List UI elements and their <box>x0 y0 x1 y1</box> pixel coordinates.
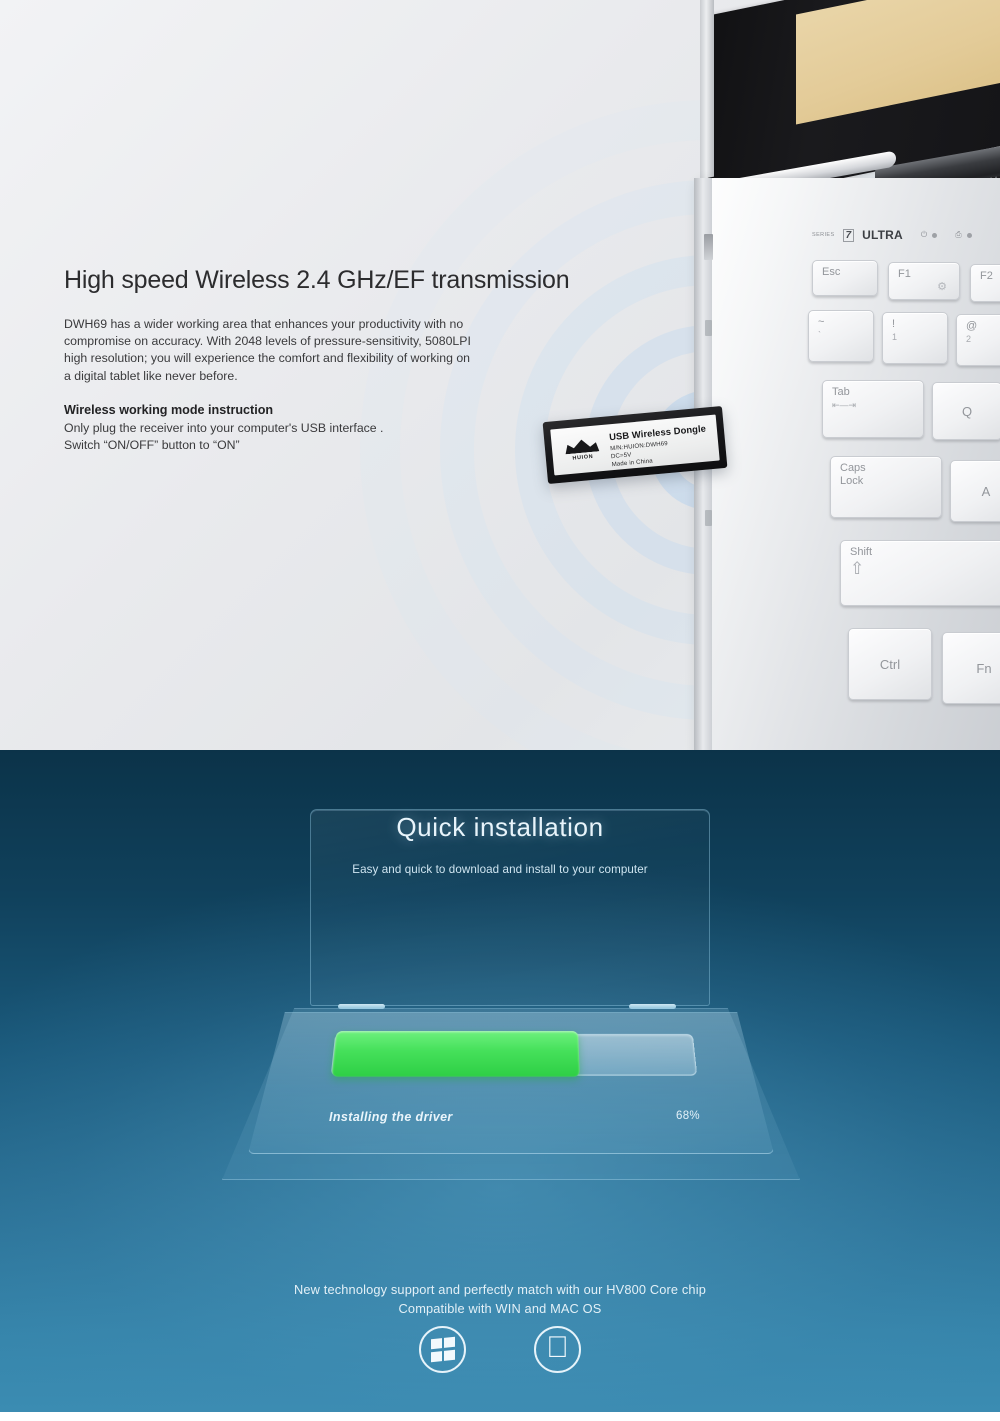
wireless-transmission-section: SERIES 7 ULTRA ⏻ ⎙ Esc F1 ⚙ F2 ~ ` ! 1 @… <box>0 0 1000 750</box>
sub-body-line-2: Switch “ON/OFF” button to “ON” <box>64 437 240 452</box>
apple-badge:  <box>534 1326 581 1373</box>
huion-logo: HUION <box>560 437 604 462</box>
series-tier: ULTRA <box>862 228 903 242</box>
usb-port[interactable] <box>704 234 713 260</box>
side-vent-slot <box>705 320 712 336</box>
shift-arrow-icon: ⇧ <box>850 559 865 578</box>
dongle-label: HUION USB Wireless Dongle M/N:HUION:DWH6… <box>550 414 720 476</box>
product-infographic-page: SERIES 7 ULTRA ⏻ ⎙ Esc F1 ⚙ F2 ~ ` ! 1 @… <box>0 0 1000 1421</box>
progress-bar-fill <box>331 1031 580 1077</box>
key-1[interactable]: ! 1 <box>882 312 948 364</box>
laptop-illustration: SERIES 7 ULTRA ⏻ ⎙ Esc F1 ⚙ F2 ~ ` ! 1 @… <box>694 0 1000 750</box>
laptop-lid-edge <box>700 0 714 180</box>
settings-icon: ⚙ <box>937 281 947 293</box>
compatibility-footer: New technology support and perfectly mat… <box>0 1280 1000 1318</box>
key-f1[interactable]: F1 ⚙ <box>888 262 960 300</box>
apple-icon:  <box>546 1333 569 1363</box>
series-number: 7 <box>842 228 855 242</box>
install-status-text: Installing the driver <box>329 1110 453 1124</box>
key-shift[interactable]: Shift ⇧ <box>840 540 1000 606</box>
footer-line-1: New technology support and perfectly mat… <box>294 1282 706 1297</box>
section-headline: High speed Wireless 2.4 GHz/EF transmiss… <box>64 266 570 294</box>
key-fn[interactable]: Fn <box>942 632 1000 704</box>
dongle-specs: M/N:HUION:DWH69 DC=5V Made in China <box>610 440 670 470</box>
power-led <box>932 232 938 238</box>
windows-icon <box>430 1336 455 1363</box>
laptop-branding: SERIES 7 ULTRA ⏻ ⎙ <box>812 228 972 242</box>
key-f2[interactable]: F2 ☀ <box>970 264 1000 302</box>
key-2[interactable]: @ 2 <box>956 314 1000 366</box>
key-a[interactable]: A <box>950 460 1000 522</box>
crown-icon <box>564 437 599 454</box>
hdd-icon: ⎙ <box>955 230 962 239</box>
hdd-indicator: ⎙ <box>955 230 972 240</box>
progress-bar-track <box>330 1031 698 1077</box>
sub-body-line-1: Only plug the receiver into your compute… <box>64 421 384 435</box>
section-sub-body: Only plug the receiver into your compute… <box>64 420 484 453</box>
series-label: SERIES <box>812 232 835 238</box>
key-q[interactable]: Q <box>932 382 1000 440</box>
footer-line-2: Compatible with WIN and MAC OS <box>398 1301 602 1316</box>
quick-installation-title: Quick installation <box>396 812 604 842</box>
key-ctrl[interactable]: Ctrl <box>848 628 932 700</box>
key-esc[interactable]: Esc <box>812 260 878 296</box>
windows-badge <box>419 1326 466 1373</box>
key-tilde[interactable]: ~ ` <box>808 310 874 362</box>
quick-installation-subtitle: Easy and quick to download and install t… <box>352 863 648 876</box>
hdd-led <box>966 232 972 238</box>
dongle-title: USB Wireless Dongle <box>608 422 707 443</box>
os-compatibility-badges:  <box>0 1326 1000 1373</box>
section-sub-heading: Wireless working mode instruction <box>64 403 274 417</box>
key-caps-lock[interactable]: Caps Lock <box>830 456 942 518</box>
section-body-copy: DWH69 has a wider working area that enha… <box>64 317 471 383</box>
key-tab[interactable]: Tab ⇤—⇥ <box>822 380 924 438</box>
bottom-white-strip <box>0 1412 1000 1421</box>
install-progress-percent: 68% <box>676 1110 700 1122</box>
power-indicator: ⏻ <box>920 230 938 240</box>
power-icon: ⏻ <box>920 230 928 239</box>
side-vent-slot <box>705 510 712 526</box>
